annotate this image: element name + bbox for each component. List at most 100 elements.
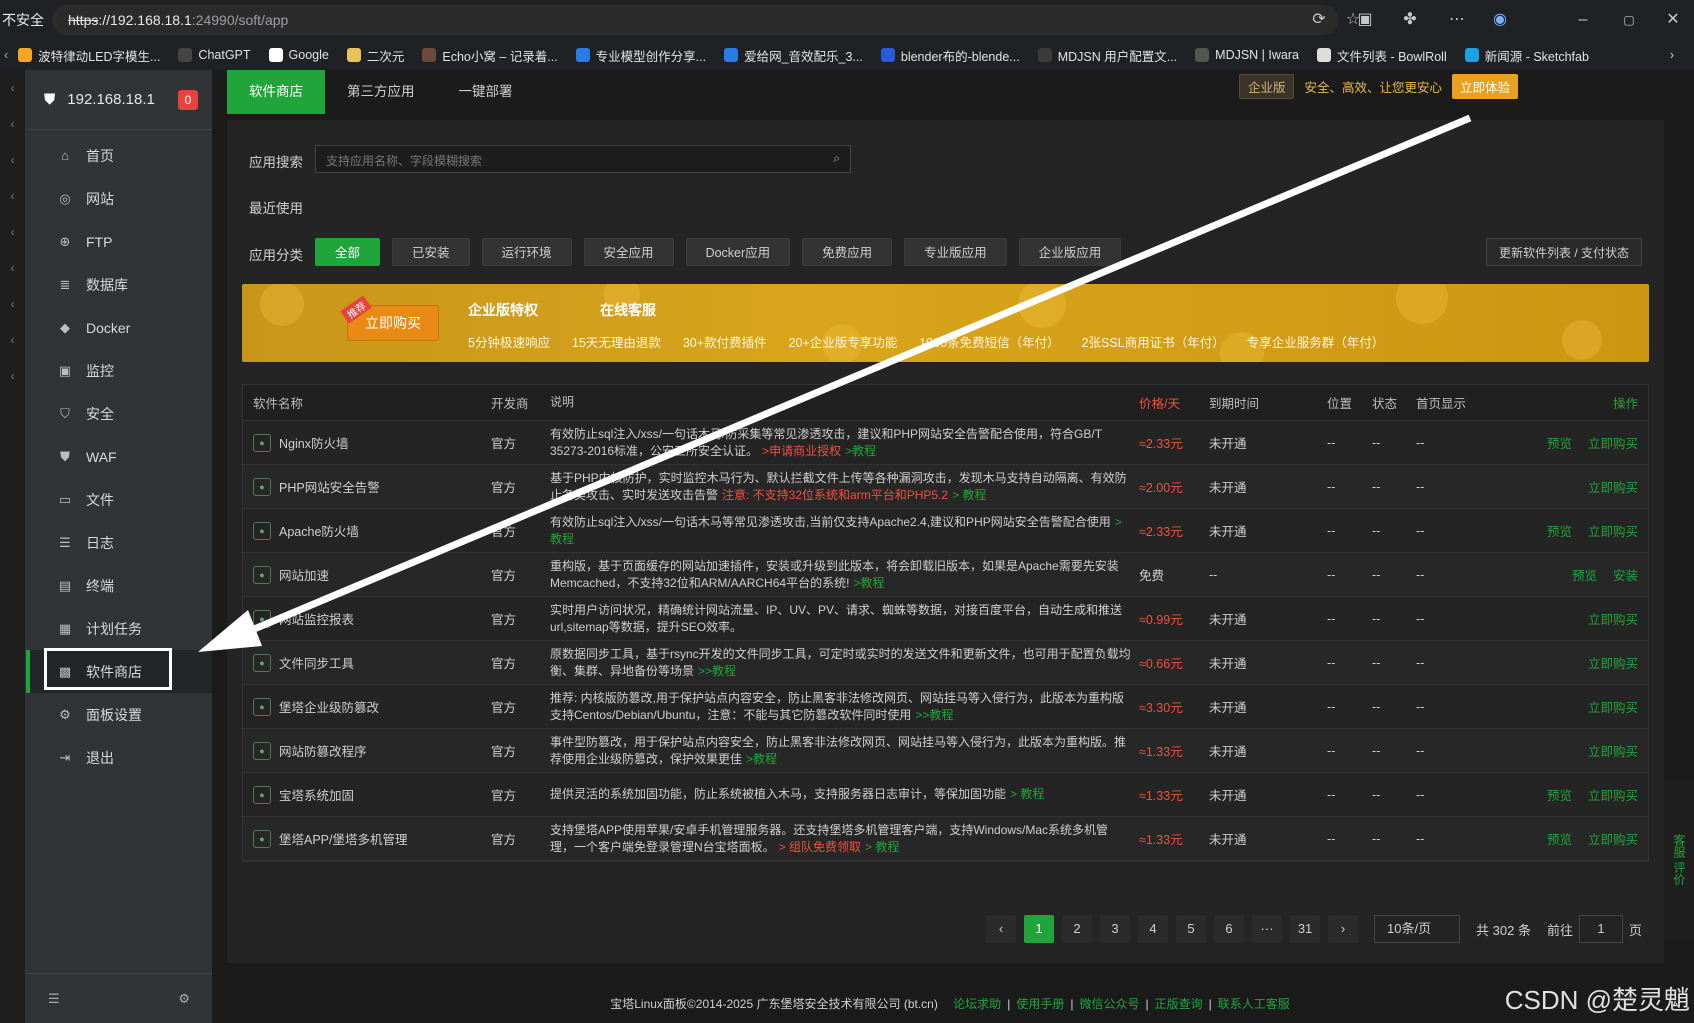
strip-chevron-icon[interactable]: ‹: [0, 250, 25, 286]
software-name[interactable]: 网站防篡改程序: [279, 741, 367, 760]
category-button[interactable]: 安全应用: [583, 238, 674, 266]
bookmark-item[interactable]: 文件列表 - BowlRoll: [1316, 46, 1447, 65]
footer-link[interactable]: 微信公众号: [1079, 997, 1139, 1011]
preview-button[interactable]: 预览: [1547, 525, 1572, 539]
bookmark-item[interactable]: blender布的-blende...: [880, 46, 1020, 65]
bookmark-item[interactable]: Echo小窝 – 记录着...: [422, 46, 558, 65]
footer-link[interactable]: 论坛求助: [953, 997, 1001, 1011]
bookmark-item[interactable]: 爱给网_音效配乐_3...: [724, 46, 863, 65]
sidebar-item[interactable]: ▦ 计划任务: [26, 607, 212, 650]
floating-service[interactable]: 客服 评价: [1664, 780, 1694, 940]
software-name[interactable]: 宝塔系统加固: [279, 785, 354, 804]
software-name-cell[interactable]: ● 堡塔企业级防篡改: [243, 697, 491, 716]
page-button[interactable]: 4: [1138, 915, 1169, 943]
software-name[interactable]: 文件同步工具: [279, 653, 354, 672]
address-bar[interactable]: https://192.168.18.1:24990/soft/app ⟳ ☆: [52, 5, 1360, 35]
sidebar-item[interactable]: ⊕ FTP: [26, 220, 212, 263]
sidebar-item[interactable]: ▩ 软件商店: [26, 648, 212, 693]
search-input[interactable]: 支持应用名称、字段模糊搜索 ⌕: [315, 145, 851, 173]
server-header[interactable]: ⛊ 192.168.18.1 0: [26, 70, 212, 130]
notice-link[interactable]: > 组队免费领取: [779, 840, 861, 854]
notification-badge[interactable]: 0: [178, 90, 198, 110]
sidebar-item[interactable]: ☰ 日志: [26, 521, 212, 564]
more-icon[interactable]: ⋯: [1446, 9, 1468, 31]
preview-button[interactable]: 预览: [1572, 569, 1597, 583]
footer-link[interactable]: 正版查询: [1155, 997, 1203, 1011]
copilot-icon[interactable]: ◉: [1489, 9, 1511, 31]
bookmark-item[interactable]: ChatGPT: [178, 46, 251, 65]
tutorial-link[interactable]: >教程: [853, 576, 884, 590]
strip-chevron-icon[interactable]: ‹: [0, 286, 25, 322]
maximize-icon[interactable]: ▢: [1618, 9, 1640, 31]
software-name[interactable]: 网站加速: [279, 565, 329, 584]
notice-link[interactable]: 注意: 不支持32位系统和arm平台和PHP5.2: [722, 488, 948, 502]
software-name[interactable]: Apache防火墙: [279, 521, 359, 540]
software-name-cell[interactable]: ● 堡塔APP/堡塔多机管理: [243, 829, 491, 848]
search-icon[interactable]: ⌕: [833, 151, 840, 166]
category-button[interactable]: Docker应用: [685, 238, 791, 266]
software-name-cell[interactable]: ● 文件同步工具: [243, 653, 491, 672]
software-name-cell[interactable]: ● 宝塔系统加固: [243, 785, 491, 804]
strip-chevron-icon[interactable]: ‹: [0, 70, 25, 106]
bookmark-item[interactable]: 二次元: [346, 46, 404, 65]
category-button[interactable]: 已安装: [392, 238, 470, 266]
sidebar-item[interactable]: ▤ 终端: [26, 564, 212, 607]
prev-page-icon[interactable]: ‹: [986, 915, 1017, 943]
software-name[interactable]: 网站监控报表: [279, 609, 354, 628]
tutorial-link[interactable]: > 教程: [1010, 787, 1044, 801]
sidebar-item[interactable]: ◆ Docker: [26, 306, 212, 349]
preview-button[interactable]: 预览: [1547, 437, 1572, 451]
page-button[interactable]: 31: [1290, 915, 1321, 943]
category-button[interactable]: 运行环境: [481, 238, 572, 266]
software-name-cell[interactable]: ● Apache防火墙: [243, 521, 491, 540]
category-button[interactable]: 全部: [315, 238, 381, 266]
buy-button[interactable]: 立即购买: [1588, 481, 1638, 495]
sidebar-item[interactable]: ▭ 文件: [26, 478, 212, 521]
update-list-button[interactable]: 更新软件列表 / 支付状态: [1485, 238, 1642, 266]
notice-link[interactable]: >申请商业授权: [762, 444, 841, 458]
bookmark-item[interactable]: 新闻源 - Sketchfab: [1464, 46, 1589, 65]
translate-icon[interactable]: ⟳: [1308, 9, 1330, 31]
trial-button[interactable]: 立即体验: [1451, 73, 1518, 99]
preview-button[interactable]: 预览: [1547, 833, 1572, 847]
bookmark-item[interactable]: Google: [268, 46, 329, 65]
software-name[interactable]: PHP网站安全告警: [279, 477, 380, 496]
bookmark-item[interactable]: 专业模型创作分享...: [575, 46, 706, 65]
buy-button[interactable]: 立即购买: [1588, 657, 1638, 671]
software-name[interactable]: Nginx防火墙: [279, 433, 348, 452]
footer-link[interactable]: 联系人工客服: [1218, 997, 1290, 1011]
puzzle-icon[interactable]: ✤: [1399, 9, 1421, 31]
strip-chevron-icon[interactable]: ‹: [0, 178, 25, 214]
software-name-cell[interactable]: ● 网站防篡改程序: [243, 741, 491, 760]
strip-chevron-icon[interactable]: ‹: [0, 214, 25, 250]
store-tab[interactable]: 第三方应用: [325, 70, 437, 114]
footer-link[interactable]: 使用手册: [1016, 997, 1064, 1011]
page-button[interactable]: 3: [1100, 915, 1131, 943]
next-page-icon[interactable]: ›: [1328, 915, 1359, 943]
collapse-icon[interactable]: ☰: [48, 991, 60, 1007]
software-name-cell[interactable]: ● PHP网站安全告警: [243, 477, 491, 496]
software-name-cell[interactable]: ● 网站加速: [243, 565, 491, 584]
software-name-cell[interactable]: ● Nginx防火墙: [243, 433, 491, 452]
sidebar-item[interactable]: ⌂ 首页: [26, 134, 212, 177]
sidebar-item[interactable]: ⚙ 面板设置: [26, 693, 212, 736]
strip-chevron-icon[interactable]: ‹: [0, 322, 25, 358]
buy-button[interactable]: 立即购买: [1588, 701, 1638, 715]
buy-button[interactable]: 立即购买: [1588, 833, 1638, 847]
online-service-link[interactable]: 在线客服: [600, 300, 656, 320]
tutorial-link[interactable]: > 教程: [952, 488, 986, 502]
software-name[interactable]: 堡塔企业级防篡改: [279, 697, 379, 716]
strip-chevron-icon[interactable]: ‹: [0, 358, 25, 394]
tutorial-link[interactable]: >>教程: [698, 664, 736, 678]
page-button[interactable]: 1: [1024, 915, 1055, 943]
sidebar-item[interactable]: ⛉ 安全: [26, 392, 212, 435]
preview-button[interactable]: 预览: [1547, 789, 1572, 803]
goto-input[interactable]: 1: [1578, 915, 1623, 943]
software-name[interactable]: 堡塔APP/堡塔多机管理: [279, 829, 408, 848]
minimize-icon[interactable]: –: [1572, 9, 1594, 31]
chevron-left-icon[interactable]: ‹: [4, 48, 8, 62]
buy-button[interactable]: 安装: [1613, 569, 1638, 583]
tutorial-link[interactable]: > 教程: [865, 840, 899, 854]
close-icon[interactable]: ✕: [1662, 9, 1684, 31]
category-button[interactable]: 专业版应用: [904, 238, 1007, 266]
